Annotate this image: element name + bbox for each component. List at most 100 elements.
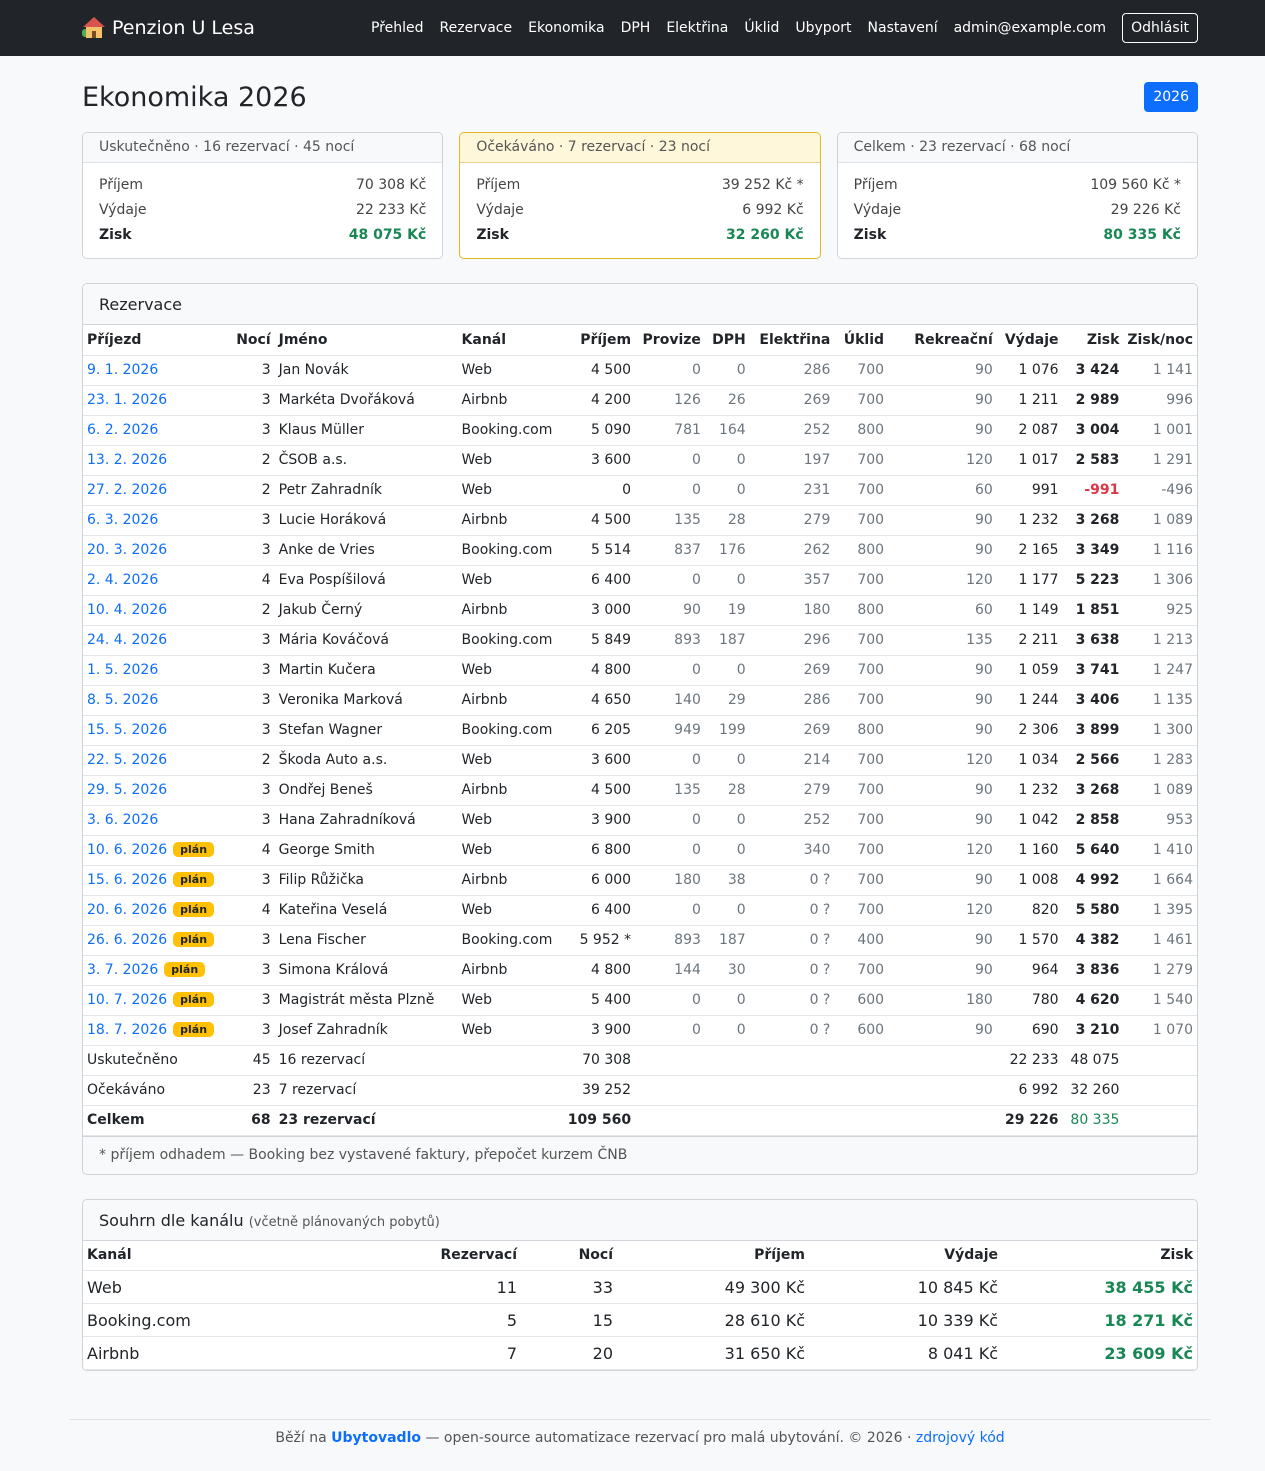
arrival-date-link[interactable]: 22. 5. 2026: [87, 752, 167, 768]
arrival-date-link[interactable]: 10. 7. 2026: [87, 992, 167, 1008]
recreation-fee-cell: 90: [888, 715, 997, 746]
recreation-fee-cell: 90: [888, 775, 997, 806]
brand-link[interactable]: Penzion U Lesa: [82, 17, 255, 39]
recreation-fee-cell: 90: [888, 355, 997, 386]
nav-link-ekonomika[interactable]: Ekonomika: [528, 20, 604, 36]
profit-cell: 3 424: [1062, 355, 1124, 386]
table-row: 23. 1. 2026 3 Markéta Dvořáková Airbnb 4 200…: [83, 385, 1197, 416]
nights-cell: 33: [521, 1270, 617, 1304]
income-cell: 4 500: [561, 505, 636, 536]
empty-cell: [888, 1045, 997, 1076]
arrival-cell: 8. 5. 2026: [83, 685, 233, 716]
arrival-date-link[interactable]: 10. 6. 2026: [87, 842, 167, 858]
col-nights: Nocí: [232, 325, 275, 356]
arrival-date-link[interactable]: 15. 6. 2026: [87, 872, 167, 888]
arrival-date-link[interactable]: 20. 6. 2026: [87, 902, 167, 918]
electricity-cell: 262: [749, 535, 835, 566]
nav-link-elektrina[interactable]: Elektřina: [666, 20, 728, 36]
table-row: 6. 3. 2026 3 Lucie Horáková Airbnb 4 500 135 2…: [83, 505, 1197, 536]
arrival-date-link[interactable]: 1. 5. 2026: [87, 662, 158, 678]
project-link[interactable]: Ubytovadlo: [331, 1430, 421, 1446]
channel-cell: Booking.com: [457, 625, 562, 656]
nav-link-dph[interactable]: DPH: [621, 20, 651, 36]
expenses-cell: 1 211: [996, 385, 1063, 416]
recreation-fee-cell: 120: [888, 445, 997, 476]
reservations-cell: 11: [283, 1270, 521, 1304]
nav-link-prehled[interactable]: Přehled: [371, 20, 424, 36]
nav-link-ubyport[interactable]: Ubyport: [795, 20, 851, 36]
arrival-date-link[interactable]: 26. 6. 2026: [87, 932, 167, 948]
arrival-date-link[interactable]: 9. 1. 2026: [87, 362, 158, 378]
arrival-date-link[interactable]: 3. 7. 2026: [87, 962, 158, 978]
arrival-date-link[interactable]: 10. 4. 2026: [87, 602, 167, 618]
income-cell: 3 000: [561, 595, 636, 626]
cleaning-cell: 700: [834, 445, 889, 476]
col-income: Příjem: [561, 325, 636, 356]
arrival-cell: 23. 1. 2026: [83, 385, 233, 416]
arrival-date-link[interactable]: 29. 5. 2026: [87, 782, 167, 798]
arrival-cell: 6. 2. 2026: [83, 415, 233, 446]
arrival-date-link[interactable]: 8. 5. 2026: [87, 692, 158, 708]
arrival-date-link[interactable]: 20. 3. 2026: [87, 542, 167, 558]
vat-cell: 0: [704, 745, 750, 776]
nav-link-uklid[interactable]: Úklid: [744, 20, 779, 36]
guest-name-cell: Simona Králová: [274, 955, 458, 986]
vat-cell: 26: [704, 385, 750, 416]
profit-per-night-cell: 1 540: [1123, 985, 1197, 1016]
arrival-date-link[interactable]: 13. 2. 2026: [87, 452, 167, 468]
expenses-cell: 1 034: [996, 745, 1063, 776]
col-profit: Zisk: [1002, 1240, 1197, 1271]
guest-name-cell: ČSOB a.s.: [274, 445, 458, 476]
arrival-date-link[interactable]: 3. 6. 2026: [87, 812, 158, 828]
expenses-cell: 1 059: [996, 655, 1063, 686]
nights-cell: 3: [232, 865, 275, 896]
plan-badge: plán: [173, 932, 215, 947]
totals-label: Celkem: [83, 1105, 233, 1136]
income-cell: 5 090: [561, 415, 636, 446]
year-button[interactable]: 2026: [1144, 82, 1198, 112]
arrival-date-link[interactable]: 27. 2. 2026: [87, 482, 167, 498]
expenses-cell: 1 149: [996, 595, 1063, 626]
expense-label: Výdaje: [99, 202, 147, 218]
profit-per-night-cell: 1 001: [1123, 415, 1197, 446]
source-code-link[interactable]: zdrojový kód: [916, 1430, 1005, 1446]
arrival-date-link[interactable]: 23. 1. 2026: [87, 392, 167, 408]
expenses-cell: 690: [996, 1015, 1063, 1046]
nav-link-nastaveni[interactable]: Nastavení: [868, 20, 938, 36]
cleaning-cell: 700: [834, 685, 889, 716]
table-row: 20. 6. 2026 plán 4 Kateřina Veselá Web 6 400 0…: [83, 895, 1197, 926]
vat-cell: 0: [704, 445, 750, 476]
profit-value: 80 335 Kč: [1103, 227, 1181, 243]
totals-income: 39 252: [561, 1075, 636, 1106]
profit-per-night-cell: 1 135: [1123, 685, 1197, 716]
vat-cell: 164: [704, 415, 750, 446]
arrival-date-link[interactable]: 6. 3. 2026: [87, 512, 158, 528]
empty-cell: [749, 1075, 835, 1106]
guest-name-cell: Stefan Wagner: [274, 715, 458, 746]
totals-expenses: 6 992: [996, 1075, 1063, 1106]
profit-cell: 3 004: [1062, 415, 1124, 446]
arrival-cell: 10. 7. 2026 plán: [83, 985, 233, 1016]
profit-per-night-cell: 1 279: [1123, 955, 1197, 986]
arrival-date-link[interactable]: 24. 4. 2026: [87, 632, 167, 648]
arrival-date-link[interactable]: 18. 7. 2026: [87, 1022, 167, 1038]
commission-cell: 0: [635, 805, 705, 836]
empty-cell: [1123, 1075, 1197, 1106]
totals-count: 7 rezervací: [274, 1075, 458, 1106]
income-cell: 31 650 Kč: [617, 1336, 809, 1370]
profit-value: 48 075 Kč: [348, 227, 427, 243]
income-cell: 3 900: [561, 1015, 636, 1046]
totals-profit: 48 075: [1062, 1045, 1124, 1076]
nav-link-rezervace[interactable]: Rezervace: [440, 20, 513, 36]
recreation-fee-cell: 120: [888, 745, 997, 776]
expenses-cell: 1 570: [996, 925, 1063, 956]
logout-button[interactable]: Odhlásit: [1122, 13, 1198, 43]
arrival-date-link[interactable]: 6. 2. 2026: [87, 422, 158, 438]
recreation-fee-cell: 90: [888, 685, 997, 716]
arrival-cell: 15. 6. 2026 plán: [83, 865, 233, 896]
cleaning-cell: 700: [834, 745, 889, 776]
arrival-date-link[interactable]: 2. 4. 2026: [87, 572, 158, 588]
profit-cell: 3 210: [1062, 1015, 1124, 1046]
nights-cell: 3: [232, 505, 275, 536]
arrival-date-link[interactable]: 15. 5. 2026: [87, 722, 167, 738]
